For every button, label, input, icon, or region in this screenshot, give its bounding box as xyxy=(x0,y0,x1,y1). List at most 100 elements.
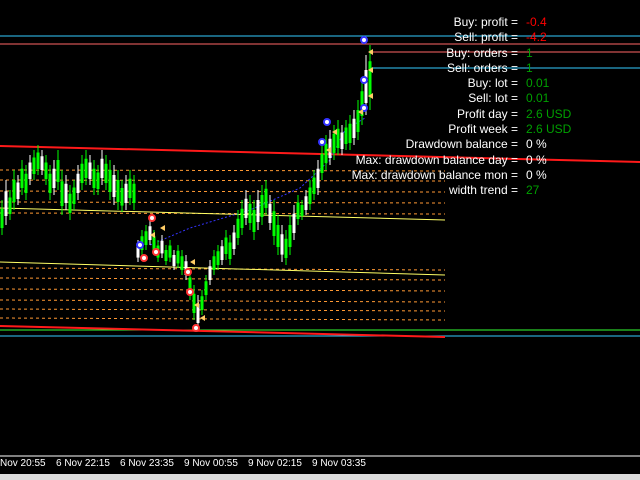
candle-body xyxy=(236,218,240,238)
candle-body xyxy=(272,211,276,236)
info-label: Buy: profit = xyxy=(453,15,518,29)
info-label: Drawdown balance = xyxy=(405,137,518,152)
trade-marker-icon xyxy=(186,288,194,296)
channel-line-red xyxy=(0,325,446,338)
info-value: -0.4 xyxy=(526,15,547,29)
candle-body xyxy=(20,168,24,188)
candle-body xyxy=(256,200,260,222)
candle-body xyxy=(148,226,152,240)
info-row-width-trend: width trend = 27 xyxy=(346,183,636,198)
info-row-sell-profit: Sell: profit = -4.2 xyxy=(346,30,636,45)
trade-marker-icon xyxy=(148,214,156,222)
info-label: Max: drawdown balance mon = xyxy=(351,167,518,182)
candle-body xyxy=(292,213,296,233)
candle-body xyxy=(68,193,72,213)
trade-marker-icon xyxy=(318,138,326,146)
ea-info-panel: Buy: profit = -0.4 Sell: profit = -4.2 Buy… xyxy=(346,15,636,199)
level-line-dotted xyxy=(0,317,446,321)
order-flag-icon xyxy=(160,225,165,231)
level-line-dotted xyxy=(0,299,446,303)
candle-body xyxy=(128,178,132,198)
candle-body xyxy=(24,173,28,193)
level-line-dotted xyxy=(0,277,446,281)
candle-body xyxy=(340,132,344,149)
info-row-sell-orders: Sell: orders = 1 xyxy=(346,61,636,76)
candle-body xyxy=(300,205,304,216)
info-value: 0.01 xyxy=(526,76,550,91)
candle-body xyxy=(64,183,68,203)
candle-body xyxy=(208,266,212,280)
candle-body xyxy=(244,198,248,218)
candle-body xyxy=(284,238,288,258)
candle-body xyxy=(4,191,8,216)
info-label: width trend = xyxy=(448,183,518,198)
candle-body xyxy=(332,133,336,153)
candle-body xyxy=(172,255,176,266)
candle-body xyxy=(16,182,20,199)
candle-body xyxy=(52,168,56,188)
info-label: Max: drawdown balance day = xyxy=(355,152,518,167)
candle-body xyxy=(232,232,236,249)
info-value: 1 xyxy=(526,45,533,60)
info-label: Sell: profit = xyxy=(454,30,518,45)
candle-body xyxy=(80,163,84,183)
candle-body xyxy=(60,181,64,206)
candle-body xyxy=(96,172,100,189)
candle-body xyxy=(168,245,172,258)
candle-body xyxy=(112,175,116,197)
time-label: 6 Nov 23:35 xyxy=(120,458,174,469)
info-value: -4.2 xyxy=(526,30,547,45)
candle-body xyxy=(240,208,244,228)
candle-body xyxy=(132,183,136,203)
candle-body xyxy=(276,225,280,247)
candle-body xyxy=(180,256,184,270)
info-row-drawdown: Drawdown balance = 0 % xyxy=(346,137,636,152)
candle-body xyxy=(308,187,312,204)
info-value: 2.6 USD xyxy=(526,106,572,121)
level-line-dotted xyxy=(0,308,446,312)
candle-body xyxy=(216,251,220,265)
info-value: 0 % xyxy=(526,167,547,182)
candle-body xyxy=(224,237,228,254)
info-row-max-drawdown-day: Max: drawdown balance day = 0 % xyxy=(346,153,636,168)
candle-body xyxy=(0,208,4,228)
info-row-profit-week: Profit week = 2.6 USD xyxy=(346,122,636,137)
candle-body xyxy=(120,188,124,206)
candle-body xyxy=(88,162,92,179)
candle-body xyxy=(108,170,112,192)
candle-body xyxy=(312,177,316,194)
order-flag-icon xyxy=(190,259,195,265)
candle-body xyxy=(212,256,216,270)
candle-body xyxy=(28,162,32,179)
price-chart[interactable]: Nov 20:55 6 Nov 22:15 6 Nov 23:35 9 Nov … xyxy=(0,0,640,480)
horizontal-scrollbar[interactable] xyxy=(0,474,640,480)
order-flag-icon xyxy=(200,315,205,321)
candle-body xyxy=(228,242,232,259)
info-label: Sell: orders = xyxy=(446,60,518,75)
candle-body xyxy=(44,162,48,179)
candle-body xyxy=(76,173,80,193)
candle-body xyxy=(252,210,256,232)
candle-body xyxy=(104,163,108,183)
candle-body xyxy=(200,296,204,310)
candle-body xyxy=(260,195,264,217)
info-row-buy-orders: Buy: orders = 1 xyxy=(346,46,636,61)
candle-body xyxy=(296,202,300,219)
info-value: 0.01 xyxy=(526,91,550,106)
candle-body xyxy=(248,203,252,223)
info-value: 2.6 USD xyxy=(526,122,572,137)
info-label: Sell: lot = xyxy=(468,91,518,106)
candle-body xyxy=(12,180,16,202)
candle-body xyxy=(36,152,40,169)
candle-body xyxy=(116,180,120,202)
candle-body xyxy=(40,156,44,170)
candle-body xyxy=(164,250,168,261)
candle-body xyxy=(48,173,52,193)
time-label: Nov 20:55 xyxy=(0,458,46,469)
candle-body xyxy=(176,250,180,264)
candle-body xyxy=(268,203,272,223)
trade-marker-icon xyxy=(136,241,144,249)
info-label: Buy: orders = xyxy=(446,45,518,60)
info-row-buy-lot: Buy: lot = 0.01 xyxy=(346,76,636,91)
time-label: 6 Nov 22:15 xyxy=(56,458,110,469)
